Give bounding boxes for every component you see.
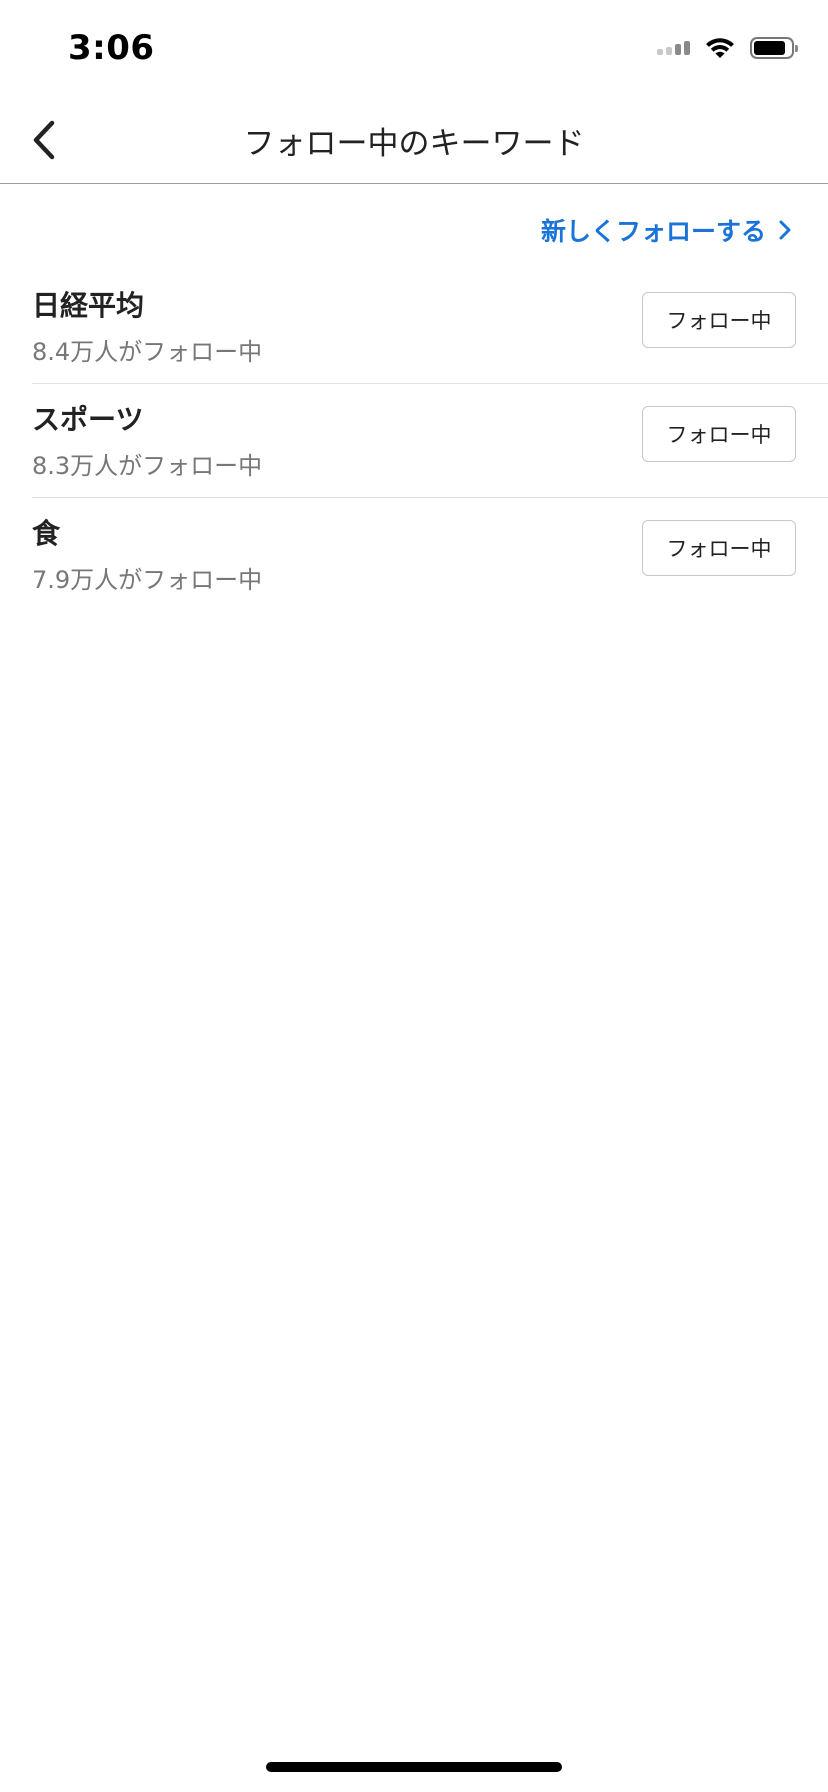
keyword-list: 日経平均 8.4万人がフォロー中 フォロー中 スポーツ 8.3万人がフォロー中 …	[32, 270, 828, 612]
keyword-follower-count: 8.4万人がフォロー中	[32, 338, 263, 366]
keyword-follower-count: 8.3万人がフォロー中	[32, 452, 263, 480]
navigation-bar: フォロー中のキーワード	[0, 96, 828, 184]
status-bar: 3:06	[0, 0, 828, 96]
status-time: 3:06	[68, 28, 155, 68]
home-indicator[interactable]	[266, 1762, 562, 1772]
follow-new-link[interactable]: 新しくフォローする	[541, 212, 792, 248]
following-button[interactable]: フォロー中	[642, 406, 796, 462]
status-icons	[657, 36, 798, 60]
battery-icon	[750, 37, 798, 59]
keyword-item[interactable]: 日経平均 8.4万人がフォロー中 フォロー中	[32, 270, 828, 384]
wifi-icon	[706, 38, 734, 58]
following-button[interactable]: フォロー中	[642, 292, 796, 348]
keyword-name: 日経平均	[32, 289, 145, 322]
keyword-name: 食	[32, 517, 61, 550]
keyword-item[interactable]: 食 7.9万人がフォロー中 フォロー中	[32, 498, 828, 612]
follow-new-label: 新しくフォローする	[540, 217, 766, 246]
keyword-item[interactable]: スポーツ 8.3万人がフォロー中 フォロー中	[32, 384, 828, 498]
following-button[interactable]: フォロー中	[642, 520, 796, 576]
cellular-signal-icon	[657, 41, 690, 55]
page-title: フォロー中のキーワード	[243, 126, 585, 162]
keyword-follower-count: 7.9万人がフォロー中	[32, 566, 263, 594]
chevron-right-icon	[779, 220, 791, 240]
battery-fill	[754, 41, 785, 55]
keyword-name: スポーツ	[32, 403, 144, 436]
